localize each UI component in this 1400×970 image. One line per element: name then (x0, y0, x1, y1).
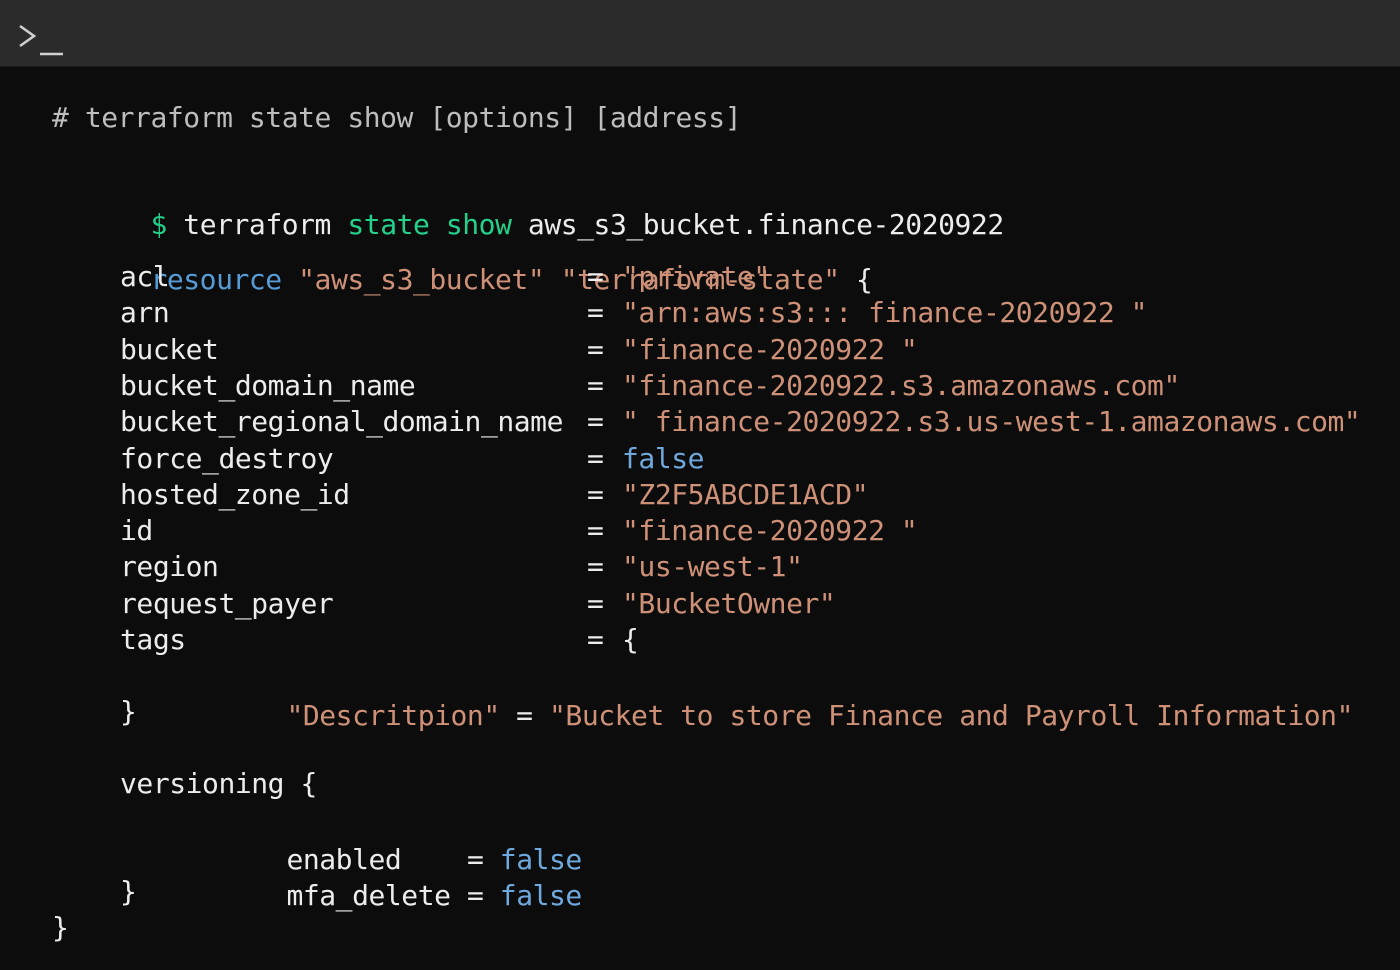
attribute-equals: = (587, 369, 604, 402)
versioning-close-brace: } (120, 875, 137, 908)
tag-value: "Bucket to store Finance and Payroll Inf… (549, 699, 1353, 732)
attribute-key: hosted_zone_id (120, 478, 350, 511)
attribute-equals: = (587, 478, 604, 511)
versioning-mfa-key: mfa_delete (286, 879, 451, 912)
command-line: $ terraform state show aws_s3_bucket.fin… (52, 165, 1004, 241)
resource-close-brace: } (52, 911, 69, 944)
attribute-equals: = (587, 405, 604, 438)
tags-close-brace: } (120, 695, 137, 728)
attribute-value: "us-west-1" (622, 550, 803, 583)
attribute-value: "Z2F5ABCDE1ACD" (622, 478, 869, 511)
versioning-enabled: enabled = false (188, 800, 582, 876)
terminal-prompt-icon (19, 24, 63, 56)
terminal-titlebar (0, 0, 1400, 67)
attribute-key: force_destroy (120, 442, 334, 475)
attribute-key: acl (120, 260, 170, 293)
attribute-value: false (622, 442, 705, 475)
attribute-key: bucket (120, 333, 219, 366)
attribute-value: "private" (622, 260, 770, 293)
attribute-equals: = (587, 296, 604, 329)
attribute-value: "finance-2020922 " (622, 514, 918, 547)
versioning-mfa-value: false (499, 879, 582, 912)
attribute-equals: = (587, 514, 604, 547)
resource-header: resource "aws_s3_bucket" "terraform-stat… (52, 220, 872, 296)
attribute-value: "finance-2020922.s3.amazonaws.com" (622, 369, 1180, 402)
attribute-key: id (120, 514, 153, 547)
attribute-value: "finance-2020922 " (622, 333, 918, 366)
versioning-mfa-equals: = (466, 879, 484, 912)
terminal-window: # terraform state show [options] [addres… (0, 0, 1400, 970)
resource-open-brace: { (856, 263, 873, 296)
resource-type: "aws_s3_bucket" (298, 263, 545, 296)
attribute-key: tags (120, 623, 186, 656)
tags-entry: "Descritpion" = "Bucket to store Finance… (188, 656, 1353, 732)
attribute-value: { (622, 623, 639, 656)
attribute-equals: = (587, 442, 604, 475)
versioning-mfa-delete: mfa_delete = false (188, 836, 582, 912)
attribute-equals: = (587, 550, 604, 583)
attribute-key: request_payer (120, 587, 334, 620)
attribute-value: " finance-2020922.s3.us-west-1.amazonaws… (622, 405, 1361, 438)
usage-comment: # terraform state show [options] [addres… (52, 101, 742, 134)
resource-keyword: resource (150, 263, 282, 296)
attribute-key: region (120, 550, 219, 583)
terminal-output[interactable]: # terraform state show [options] [addres… (52, 98, 1400, 970)
attribute-key: bucket_domain_name (120, 369, 416, 402)
versioning-block-label: versioning { (120, 767, 317, 800)
attribute-key: bucket_regional_domain_name (120, 405, 564, 438)
attribute-equals: = (587, 623, 604, 656)
tag-key: "Descritpion" (286, 699, 500, 732)
attribute-equals: = (587, 333, 604, 366)
tag-equals: = (516, 699, 533, 732)
attribute-value: "BucketOwner" (622, 587, 836, 620)
attribute-value: "arn:aws:s3::: finance-2020922 " (622, 296, 1148, 329)
attribute-equals: = (587, 587, 604, 620)
attribute-equals: = (587, 260, 604, 293)
attribute-key: arn (120, 296, 170, 329)
